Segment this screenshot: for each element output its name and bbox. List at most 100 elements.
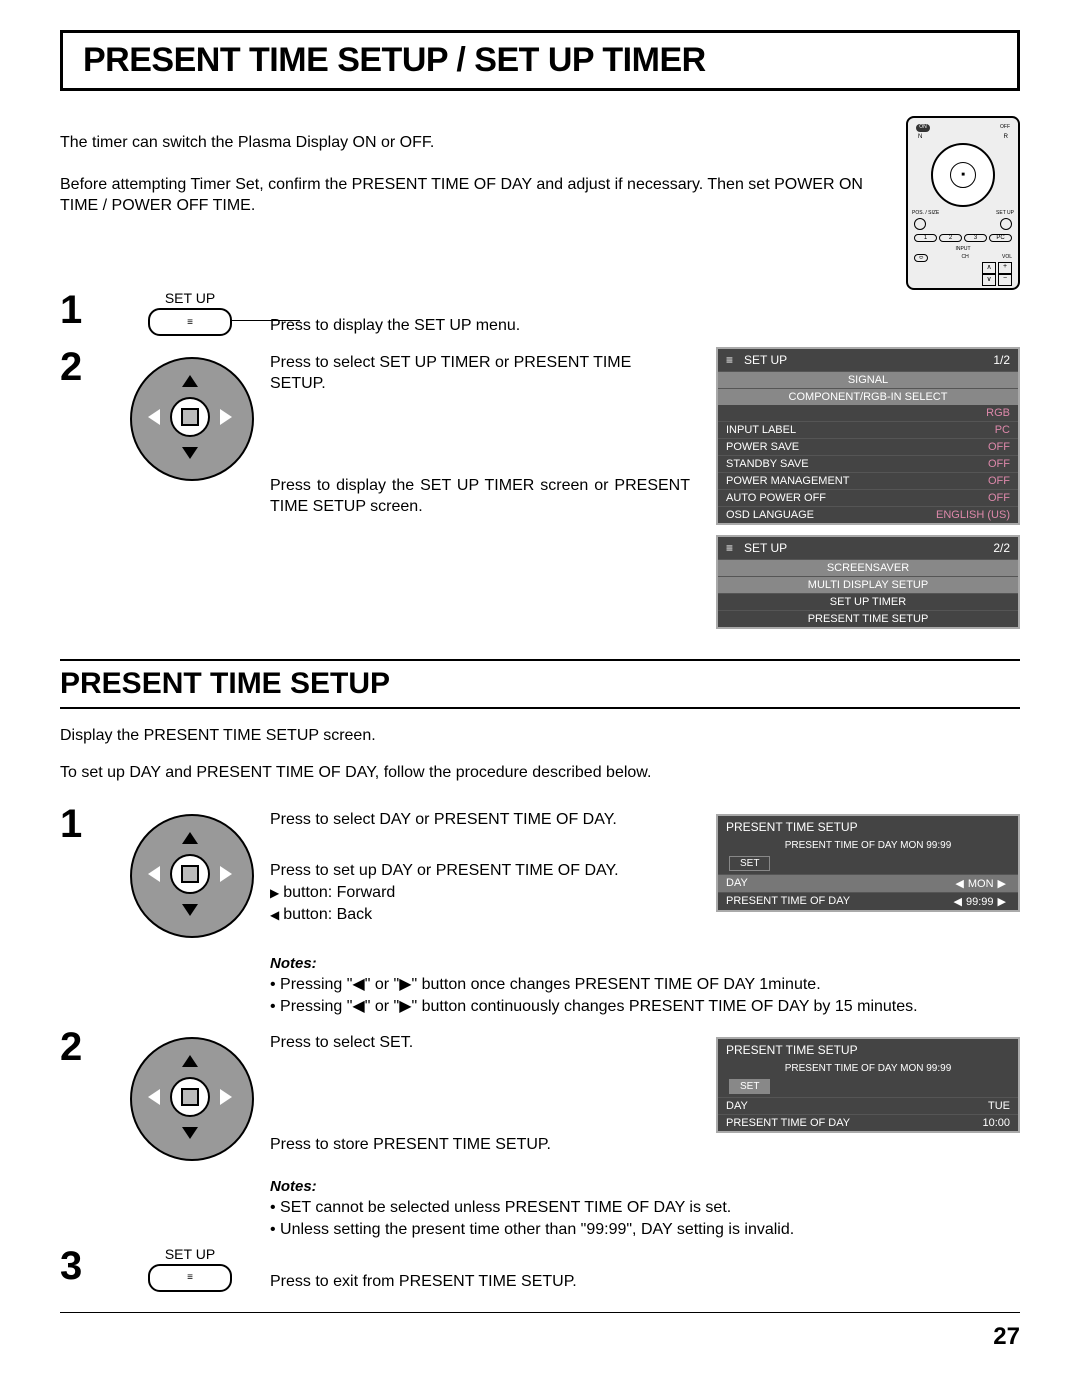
dpad-left-icon — [148, 866, 160, 882]
osd1-ap-val: OFF — [988, 492, 1010, 504]
notes-label: Notes: — [270, 954, 1020, 974]
step-b2-text2: Press to store PRESENT TIME SETUP. — [270, 1134, 690, 1156]
setup-button-label-2: SET UP — [110, 1246, 270, 1262]
osd-setup-menu-1: ≡SET UP 1/2 SIGNAL COMPONENT/RGB-IN SELE… — [716, 347, 1020, 525]
osd2-title: SET UP — [744, 541, 787, 555]
dpad-icon — [120, 804, 260, 944]
dpad-up-icon — [182, 375, 198, 387]
remote-ch: CH — [962, 254, 969, 262]
step-2-text-1: Press to select SET UP TIMER or PRESENT … — [270, 352, 690, 395]
dpad-center-icon — [170, 1077, 210, 1117]
menu-icon: ≡ — [726, 353, 740, 367]
remote-pc: PC — [989, 234, 1012, 242]
remote-off-label: OFF — [1000, 124, 1010, 130]
osd1-lang-val: ENGLISH (US) — [936, 509, 1010, 521]
step-b2-note2: Unless setting the present time other th… — [280, 1221, 794, 1238]
back-arrow-icon — [270, 906, 283, 923]
osd4-set: SET — [729, 1079, 770, 1094]
osd4-day: DAY — [726, 1100, 748, 1112]
step-number-1: 1 — [60, 290, 110, 330]
dpad-down-icon — [182, 1127, 198, 1139]
osd4-ptod-val: 10:00 — [982, 1117, 1010, 1129]
osd2-screensaver: SCREENSAVER — [827, 562, 909, 574]
dpad-down-icon — [182, 904, 198, 916]
osd2-present: PRESENT TIME SETUP — [808, 613, 929, 625]
page-title: PRESENT TIME SETUP / SET UP TIMER — [83, 41, 997, 80]
remote-input-label: INPUT — [908, 246, 1018, 252]
osd3-ptod: PRESENT TIME OF DAY — [726, 895, 850, 908]
menu-icon: ≡ — [726, 541, 740, 555]
step-number-2: 2 — [60, 347, 110, 387]
osd2-multi: MULTI DISPLAY SETUP — [808, 579, 928, 591]
osd2-page: 2/2 — [993, 541, 1010, 555]
remote-ch-down-icon: ∨ — [982, 274, 996, 286]
notes-label-2: Notes: — [270, 1177, 1020, 1197]
osd1-power-save: POWER SAVE — [726, 441, 799, 453]
setup-button-icon: ≡ — [148, 308, 232, 336]
osd2-timer: SET UP TIMER — [830, 596, 906, 608]
osd-setup-menu-2: ≡ SET UP 2/2 SCREENSAVER MULTI DISPLAY SE… — [716, 535, 1020, 629]
step-b2-text1: Press to select SET. — [270, 1032, 690, 1054]
step-2-text-2: Press to display the SET UP TIMER screen… — [270, 475, 690, 518]
osd3-sub: PRESENT TIME OF DAY MON 99:99 — [718, 838, 1018, 853]
osd3-day: DAY — [726, 877, 748, 890]
dpad-up-icon — [182, 832, 198, 844]
osd4-day-val: TUE — [988, 1100, 1010, 1112]
remote-btn-right — [1000, 218, 1012, 230]
remote-input-btn: ⬭ — [914, 254, 928, 262]
dpad-down-icon — [182, 447, 198, 459]
osd1-signal: SIGNAL — [848, 374, 888, 386]
osd1-power-mgmt: POWER MANAGEMENT — [726, 475, 849, 487]
osd4-sub: PRESENT TIME OF DAY MON 99:99 — [718, 1061, 1018, 1076]
setup-button-icon: ≡ — [148, 1264, 232, 1292]
menu-lines-icon: ≡ — [187, 317, 193, 328]
left-arrow-icon: ◀ — [951, 877, 967, 890]
dpad-right-icon — [220, 866, 232, 882]
right-arrow-icon: ▶ — [994, 877, 1010, 890]
remote-illustration: ON OFF N R ■ POS. / SIZE SET UP 1 2 3 PC… — [906, 116, 1020, 290]
osd1-lang: OSD LANGUAGE — [726, 509, 814, 521]
dpad-center-icon — [170, 854, 210, 894]
menu-lines-icon: ≡ — [187, 1272, 193, 1283]
remote-wheel: ■ — [931, 143, 995, 207]
remote-vol: VOL — [1002, 254, 1012, 262]
remote-b1: 1 — [914, 234, 937, 242]
step-b3-text: Press to exit from PRESENT TIME SETUP. — [270, 1271, 1020, 1293]
step-b1-fwd: button: Forward — [283, 884, 395, 901]
remote-n: N — [918, 134, 922, 140]
dpad-up-icon — [182, 1055, 198, 1067]
dpad-icon — [120, 1027, 260, 1167]
step-b1-text2: Press to set up DAY or PRESENT TIME OF D… — [270, 860, 690, 882]
remote-b2: 2 — [939, 234, 962, 242]
step-1-text: Press to display the SET UP menu. — [270, 315, 1020, 337]
osd3-set: SET — [729, 856, 770, 871]
section2-intro2: To set up DAY and PRESENT TIME OF DAY, f… — [60, 762, 1020, 784]
remote-setup: SET UP — [996, 210, 1014, 216]
remote-btn-left — [914, 218, 926, 230]
step-b1-number: 1 — [60, 804, 110, 844]
dpad-right-icon — [220, 409, 232, 425]
dpad-left-icon — [148, 409, 160, 425]
osd1-input-val: PC — [995, 424, 1010, 436]
osd1-input-label: INPUT LABEL — [726, 424, 796, 436]
remote-r: R — [1004, 134, 1008, 140]
remote-vol-plus-icon: + — [998, 262, 1012, 274]
step-b1-back: button: Back — [283, 906, 372, 923]
remote-on-label: ON — [916, 124, 930, 132]
osd3-title: PRESENT TIME SETUP — [718, 816, 1018, 838]
dpad-right-icon — [220, 1089, 232, 1105]
intro-text-1: The timer can switch the Plasma Display … — [60, 132, 886, 154]
dpad-icon — [120, 347, 260, 487]
osd1-ps-val: OFF — [988, 441, 1010, 453]
osd3-ptod-val: 99:99 — [966, 896, 994, 908]
dpad-left-icon — [148, 1089, 160, 1105]
step-b1-text1: Press to select DAY or PRESENT TIME OF D… — [270, 809, 690, 831]
step-b3-number: 3 — [60, 1246, 110, 1286]
osd1-sb-val: OFF — [988, 458, 1010, 470]
osd3-day-val: MON — [968, 878, 994, 890]
osd1-auto-power: AUTO POWER OFF — [726, 492, 826, 504]
step-b2-note1: SET cannot be selected unless PRESENT TI… — [280, 1199, 731, 1216]
osd1-comp-val: RGB — [718, 405, 1018, 421]
step-b1-note1: Pressing "◀" or "▶" button once changes … — [280, 976, 821, 993]
remote-b3: 3 — [964, 234, 987, 242]
